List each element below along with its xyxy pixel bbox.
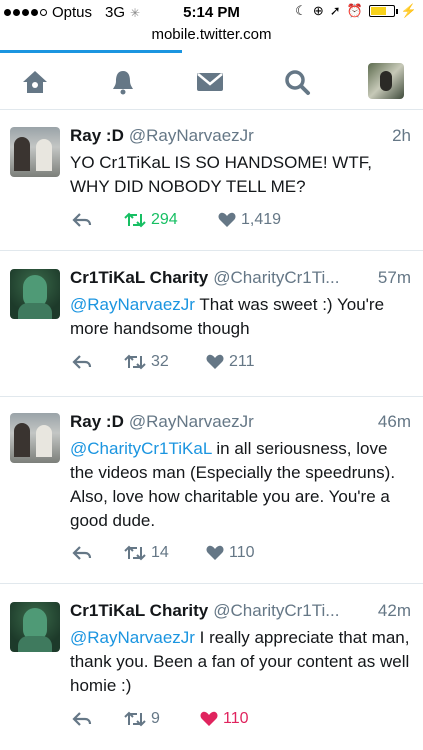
- like-button[interactable]: 1,419: [218, 211, 281, 229]
- like-count: 110: [229, 544, 255, 561]
- retweet-button[interactable]: 32: [124, 353, 169, 371]
- user-handle[interactable]: @RayNarvaezJr: [129, 126, 254, 146]
- retweet-icon: [124, 545, 146, 561]
- user-handle[interactable]: @CharityCr1Ti...: [213, 601, 339, 621]
- search-icon[interactable]: [280, 65, 314, 99]
- retweet-count: 9: [151, 710, 160, 727]
- status-bar: Optus 3G ✳ 5:14 PM ☾ ⊕ ➚ ⏰ ⚡: [0, 0, 423, 24]
- retweet-count: 14: [151, 544, 169, 561]
- orientation-lock-icon: ⊕: [312, 3, 324, 18]
- tweet-header: Ray :D @RayNarvaezJr 2h: [70, 126, 411, 146]
- retweet-button[interactable]: 9: [124, 710, 160, 728]
- mention-link[interactable]: @RayNarvaezJr: [70, 295, 195, 314]
- messages-icon[interactable]: [193, 65, 227, 99]
- reply-button[interactable]: [72, 711, 92, 727]
- tweet-header: Cr1TiKaL Charity @CharityCr1Ti... 57m: [70, 268, 411, 288]
- avatar[interactable]: [10, 602, 60, 652]
- avatar[interactable]: [10, 127, 60, 177]
- location-icon: ➚: [329, 3, 341, 18]
- address-bar[interactable]: mobile.twitter.com: [0, 26, 423, 43]
- tweet-text: YO Cr1TiKaL IS SO HANDSOME! WTF, WHY DID…: [70, 153, 372, 196]
- display-name[interactable]: Cr1TiKaL Charity: [70, 601, 208, 621]
- tweet-header: Ray :D @RayNarvaezJr 46m: [70, 412, 411, 432]
- tweet-time[interactable]: 57m: [372, 268, 411, 288]
- retweet-count: 32: [151, 353, 169, 370]
- tweet-text: @RayNarvaezJr That was sweet :) You're m…: [70, 293, 411, 341]
- avatar[interactable]: [10, 269, 60, 319]
- avatar[interactable]: [10, 413, 60, 463]
- profile-avatar[interactable]: [368, 63, 404, 99]
- home-icon[interactable]: [18, 65, 52, 99]
- mention-link[interactable]: @CharityCr1TiKaL: [70, 439, 212, 458]
- reply-icon: [72, 213, 92, 227]
- retweet-icon: [124, 711, 146, 727]
- reply-icon: [72, 355, 92, 369]
- tweet-text: @RayNarvaezJr I really appreciate that m…: [70, 626, 411, 698]
- heart-icon: [200, 711, 218, 726]
- tweet-time[interactable]: 46m: [372, 412, 411, 432]
- reply-icon: [72, 712, 92, 726]
- like-count: 1,419: [241, 211, 282, 228]
- heart-icon: [206, 354, 224, 369]
- tweet[interactable]: Ray :D @RayNarvaezJr 46m @CharityCr1TiKa…: [0, 397, 423, 584]
- tweet[interactable]: Cr1TiKaL Charity @CharityCr1Ti... 57m @R…: [0, 251, 423, 397]
- status-right: ☾ ⊕ ➚ ⏰ ⚡: [295, 3, 417, 19]
- retweet-icon: [124, 354, 146, 370]
- user-handle[interactable]: @CharityCr1Ti...: [213, 268, 339, 288]
- tweet-header: Cr1TiKaL Charity @CharityCr1Ti... 42m: [70, 601, 411, 621]
- tweet-time[interactable]: 2h: [386, 126, 411, 146]
- retweet-button[interactable]: 294: [124, 211, 178, 229]
- reply-button[interactable]: [72, 354, 92, 370]
- notifications-icon[interactable]: [106, 65, 140, 99]
- tweet-text: @CharityCr1TiKaL in all seriousness, lov…: [70, 437, 411, 533]
- display-name[interactable]: Ray :D: [70, 126, 124, 146]
- retweet-icon: [124, 212, 146, 228]
- moon-icon: ☾: [295, 3, 307, 18]
- heart-icon: [206, 545, 224, 560]
- like-button[interactable]: 110: [200, 710, 249, 728]
- user-handle[interactable]: @RayNarvaezJr: [129, 412, 254, 432]
- display-name[interactable]: Cr1TiKaL Charity: [70, 268, 208, 288]
- battery-icon: [368, 5, 398, 17]
- mention-link[interactable]: @RayNarvaezJr: [70, 628, 195, 647]
- like-count: 211: [229, 353, 255, 370]
- like-button[interactable]: 211: [206, 353, 255, 371]
- alarm-icon: ⏰: [346, 3, 363, 18]
- reply-icon: [72, 546, 92, 560]
- charging-icon: ⚡: [400, 3, 417, 18]
- display-name[interactable]: Ray :D: [70, 412, 124, 432]
- like-count: 110: [223, 710, 249, 727]
- like-button[interactable]: 110: [206, 544, 255, 562]
- top-navigation: [0, 53, 423, 110]
- heart-icon: [218, 212, 236, 227]
- retweet-count: 294: [151, 211, 178, 228]
- tweet[interactable]: Cr1TiKaL Charity @CharityCr1Ti... 42m @R…: [0, 584, 423, 750]
- retweet-button[interactable]: 14: [124, 544, 169, 562]
- reply-button[interactable]: [72, 212, 92, 228]
- reply-button[interactable]: [72, 545, 92, 561]
- tweet[interactable]: Ray :D @RayNarvaezJr 2h YO Cr1TiKaL IS S…: [0, 111, 423, 251]
- tweet-time[interactable]: 42m: [372, 601, 411, 621]
